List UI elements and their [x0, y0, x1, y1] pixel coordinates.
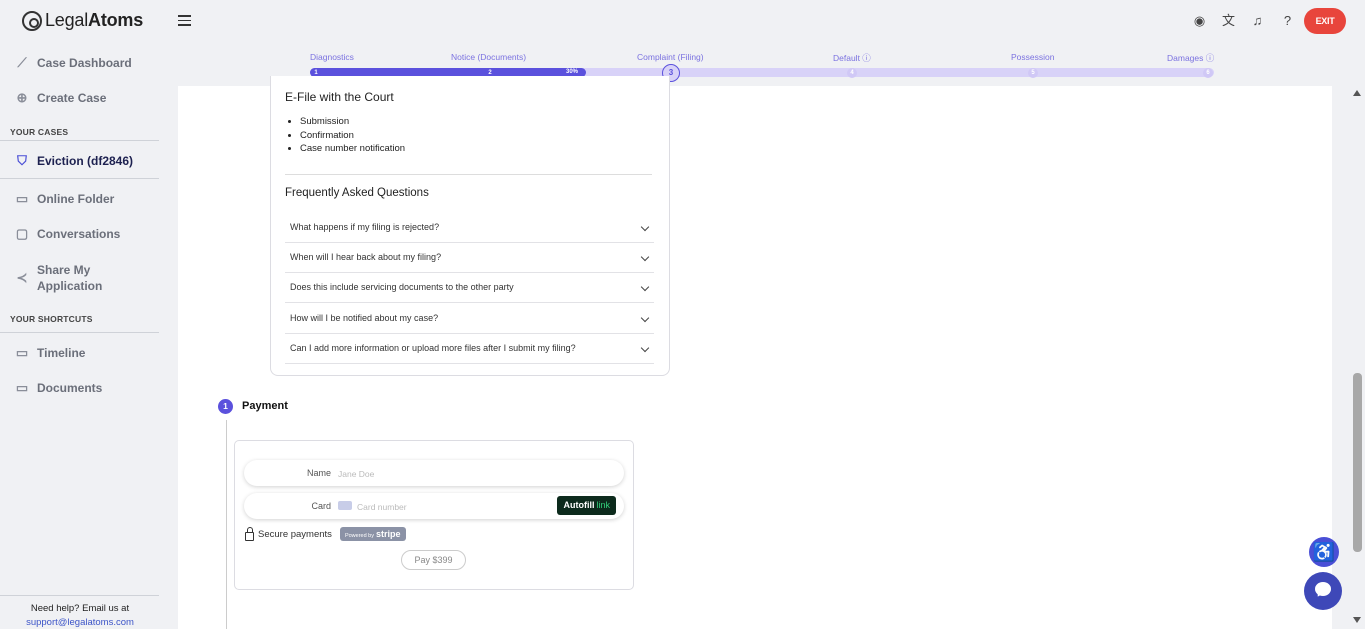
chevron-down-icon	[640, 313, 650, 323]
shield-icon: ⛉	[17, 153, 27, 168]
name-field[interactable]: Name Jane Doe	[244, 460, 624, 486]
translate-icon[interactable]: 文	[1221, 13, 1236, 28]
exit-button[interactable]: EXIT	[1304, 8, 1346, 34]
logo[interactable]: LegalAtoms	[22, 10, 143, 31]
step-dot-5[interactable]: 5	[1028, 68, 1038, 78]
logo-icon	[22, 10, 42, 31]
step-dot-6[interactable]: 6	[1203, 68, 1213, 78]
divider	[0, 178, 159, 179]
step-label-notice[interactable]: Notice (Documents)	[451, 52, 526, 62]
bullet-item: Confirmation	[300, 129, 405, 143]
scroll-up-arrow-icon[interactable]	[1353, 90, 1361, 96]
efile-title: E-File with the Court	[285, 90, 394, 104]
name-input[interactable]: Jane Doe	[338, 469, 374, 479]
logo-text: LegalAtoms	[45, 10, 144, 30]
scrollbar-thumb[interactable]	[1353, 373, 1362, 552]
chat-button[interactable]	[1304, 572, 1342, 610]
accessibility-button[interactable]: ♿	[1309, 537, 1339, 567]
card-number-input[interactable]: Card number	[357, 502, 407, 512]
faq-question: When will I hear back about my filing?	[290, 252, 442, 262]
efile-bullets: Submission Confirmation Case number noti…	[300, 115, 405, 156]
name-label: Name	[306, 468, 331, 478]
bullet-item: Submission	[300, 115, 405, 129]
step-label-possession[interactable]: Possession	[1011, 52, 1054, 62]
faq-item[interactable]: When will I hear back about my filing?	[285, 243, 654, 273]
share-icon: ≺	[16, 270, 28, 285]
credit-card-icon	[338, 501, 352, 510]
lock-icon	[245, 526, 254, 541]
progress-percent: 30%	[566, 69, 579, 75]
step-label-damages[interactable]: Damages ⓘ	[1167, 52, 1214, 64]
chat-bubble-icon	[1315, 582, 1331, 596]
main-content: E-File with the Court Submission Confirm…	[178, 76, 1332, 629]
hamburger-menu-icon[interactable]	[178, 15, 191, 26]
sidebar-item-documents[interactable]: ▭ Documents	[15, 380, 103, 396]
faq-question: Can I add more information or upload mor…	[290, 343, 576, 353]
faq-question: What happens if my filing is rejected?	[290, 222, 440, 232]
help-circle-icon[interactable]: ?	[1280, 13, 1295, 28]
user-circle-icon[interactable]: ◉	[1192, 13, 1207, 28]
faq-title: Frequently Asked Questions	[285, 187, 429, 199]
card-field[interactable]: Card Card number Autofill link	[244, 493, 624, 519]
sidebar-item-create-case[interactable]: ⊕ Create Case	[15, 90, 107, 106]
divider	[285, 174, 652, 175]
divider	[0, 140, 159, 141]
your-cases-label: YOUR CASES	[10, 127, 69, 137]
chevron-down-icon	[640, 343, 650, 353]
payment-card: Name Jane Doe Card Card number Autofill l…	[234, 440, 634, 590]
payment-title: Payment	[242, 400, 288, 412]
chevron-down-icon	[640, 252, 650, 262]
sidebar-item-online-folder[interactable]: ▭ Online Folder	[15, 191, 115, 207]
chat-bubble-icon: ▢	[15, 226, 29, 241]
step-label-default[interactable]: Default ⓘ	[833, 52, 871, 64]
powered-by-stripe-badge: Powered by stripe	[339, 527, 406, 541]
payment-step-badge: 1	[218, 399, 233, 414]
sidebar-item-timeline[interactable]: ▭ Timeline	[15, 345, 86, 361]
autofill-link-button[interactable]: Autofill link	[557, 496, 616, 515]
sidebar-item-case-dashboard[interactable]: ⟋ Case Dashboard	[15, 55, 131, 71]
faq-item[interactable]: What happens if my filing is rejected?	[285, 213, 654, 243]
divider	[0, 595, 159, 596]
folder-icon: ▭	[15, 380, 29, 395]
folder-icon: ▭	[15, 345, 29, 360]
divider	[0, 332, 159, 333]
faq-question: How will I be notified about my case?	[290, 313, 439, 323]
sidebar: LegalAtoms ⟋ Case Dashboard ⊕ Create Cas…	[0, 0, 160, 629]
step-connector-line	[226, 420, 227, 629]
faq-item[interactable]: Can I add more information or upload mor…	[285, 334, 654, 364]
accessibility-icon: ♿	[1312, 542, 1336, 562]
step-dot-4[interactable]: 4	[847, 68, 857, 78]
chevron-down-icon	[640, 222, 650, 232]
faq-question: Does this include servicing documents to…	[290, 282, 514, 292]
sidebar-item-eviction-case[interactable]: ⛉ Eviction (df2846)	[15, 153, 133, 169]
support-email-link[interactable]: support@legalatoms.com	[26, 617, 134, 628]
help-footer: Need help? Email us at support@legalatom…	[26, 603, 134, 628]
step-label-diagnostics[interactable]: Diagnostics	[310, 52, 354, 62]
step-label-complaint[interactable]: Complaint (Filing)	[637, 52, 704, 62]
sidebar-item-share-application[interactable]: ≺ Share My Application	[15, 262, 103, 294]
faq-item[interactable]: Does this include servicing documents to…	[285, 273, 654, 303]
chevron-down-icon	[640, 282, 650, 292]
folder-upload-icon: ▭	[15, 191, 29, 206]
scroll-down-arrow-icon[interactable]	[1353, 617, 1361, 623]
sidebar-item-conversations[interactable]: ▢ Conversations	[15, 226, 121, 242]
secure-payments: Secure payments Powered by stripe	[245, 526, 406, 541]
bullet-item: Case number notification	[300, 142, 405, 156]
plus-circle-icon: ⊕	[16, 90, 28, 105]
faq-item[interactable]: How will I be notified about my case?	[285, 304, 654, 334]
trend-line-icon: ⟋	[17, 55, 27, 70]
card-label: Card	[311, 501, 331, 511]
bell-icon[interactable]: ♫	[1250, 13, 1265, 28]
pay-button[interactable]: Pay $399	[401, 550, 466, 570]
your-shortcuts-label: YOUR SHORTCUTS	[10, 314, 93, 324]
